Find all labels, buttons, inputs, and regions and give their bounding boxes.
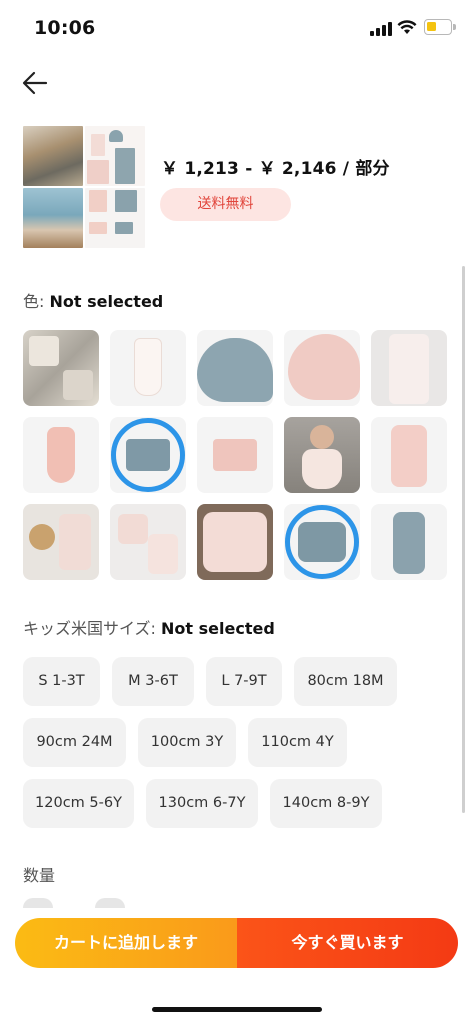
size-option-s[interactable]: S 1-3T: [23, 657, 100, 706]
color-swatch-white-swimsuit[interactable]: [110, 330, 186, 406]
color-swatch-blue-long-romper[interactable]: [371, 504, 447, 580]
color-swatch-blue-swim-shorts[interactable]: [110, 417, 186, 493]
color-swatch-pink-sun-hat[interactable]: [284, 330, 360, 406]
arrow-left-icon[interactable]: [20, 68, 50, 98]
buy-now-button[interactable]: 今すぐ買います: [237, 918, 458, 968]
size-selection-value: Not selected: [161, 619, 275, 638]
color-swatch-pink-set-flatlay[interactable]: [110, 504, 186, 580]
color-selection-label: 色: Not selected: [23, 292, 164, 311]
thumbnail-flatlay-top: [85, 126, 145, 186]
quantity-decrement-button[interactable]: [23, 898, 53, 908]
thumbnail-photo-children: [23, 126, 83, 186]
color-swatch-set-collage[interactable]: [23, 330, 99, 406]
price-range: ￥ 1,213 - ￥ 2,146 / 部分: [161, 159, 390, 179]
size-option-80cm[interactable]: 80cm 18M: [294, 657, 397, 706]
status-bar: 10:06: [0, 0, 473, 56]
size-selection-label: キッズ米国サイズ: Not selected: [23, 619, 275, 638]
cellular-signal-icon: [370, 22, 392, 36]
color-swatch-child-photo[interactable]: [284, 417, 360, 493]
home-indicator[interactable]: [152, 1007, 322, 1012]
scrollbar[interactable]: [462, 266, 465, 813]
free-shipping-badge: 送料無料: [160, 188, 291, 221]
size-option-90cm[interactable]: 90cm 24M: [23, 718, 126, 767]
selection-highlight-ring: [111, 418, 185, 492]
add-to-cart-button[interactable]: カートに追加します: [15, 918, 237, 968]
color-swatch-grid: [23, 330, 447, 580]
color-swatch-pink-long-romper[interactable]: [371, 417, 447, 493]
color-swatch-pink-romper[interactable]: [371, 330, 447, 406]
size-option-l[interactable]: L 7-9T: [206, 657, 282, 706]
color-swatch-blue-rash-guard[interactable]: [284, 504, 360, 580]
size-option-120cm[interactable]: 120cm 5-6Y: [23, 779, 134, 828]
size-option-100cm[interactable]: 100cm 3Y: [138, 718, 236, 767]
size-option-110cm[interactable]: 110cm 4Y: [248, 718, 347, 767]
quantity-increment-button[interactable]: [95, 898, 125, 908]
color-swatch-pink-swim-shorts[interactable]: [197, 417, 273, 493]
color-selection-value: Not selected: [49, 292, 164, 311]
color-swatch-accessories-flatlay[interactable]: [23, 504, 99, 580]
battery-icon: [424, 19, 452, 35]
product-thumbnail[interactable]: [23, 126, 147, 248]
thumbnail-flatlay-bottom: [85, 188, 145, 248]
status-time: 10:06: [34, 17, 96, 39]
thumbnail-photo-beach: [23, 188, 83, 248]
selection-highlight-ring: [285, 505, 359, 579]
size-option-130cm[interactable]: 130cm 6-7Y: [146, 779, 258, 828]
purchase-action-bar: カートに追加します 今すぐ買います: [15, 918, 458, 968]
size-option-m[interactable]: M 3-6T: [112, 657, 194, 706]
quantity-label: 数量: [23, 866, 56, 885]
wifi-icon: [397, 20, 417, 34]
color-swatch-blue-sun-hat[interactable]: [197, 330, 273, 406]
size-option-140cm[interactable]: 140cm 8-9Y: [270, 779, 382, 828]
color-swatch-pink-rash-guard[interactable]: [197, 504, 273, 580]
color-swatch-pink-ruffle-swimsuit[interactable]: [23, 417, 99, 493]
